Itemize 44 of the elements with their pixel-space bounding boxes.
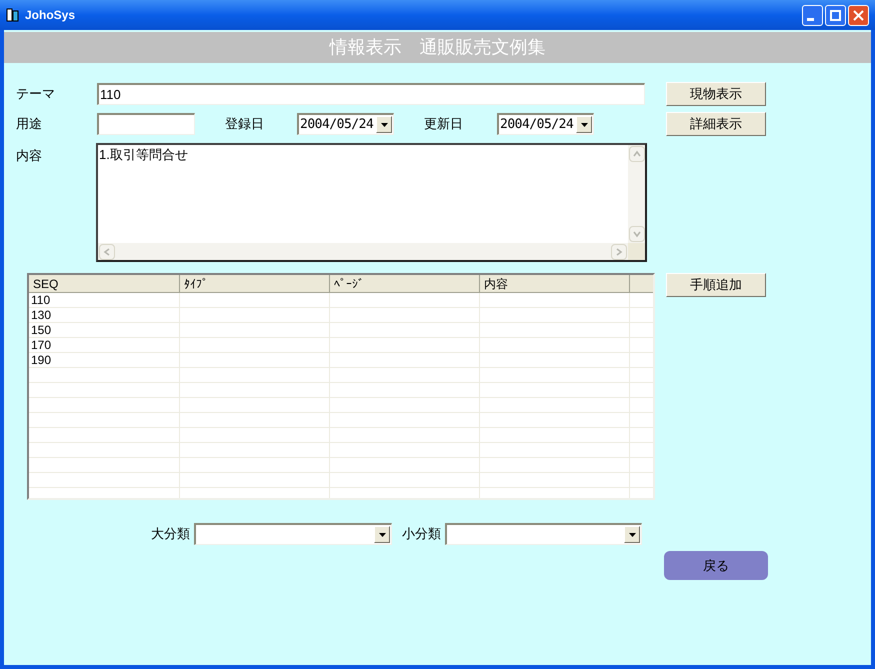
content-textarea[interactable]: 1.取引等問合せ [96,143,647,262]
show-detail-button[interactable]: 詳細表示 [666,112,766,136]
category-select[interactable] [194,523,392,545]
column-header[interactable]: 内容 [480,275,630,292]
seq-cell: 110 [31,293,50,307]
vertical-scrollbar[interactable] [628,145,645,243]
column-header[interactable]: ﾍﾟｰｼﾞ [330,275,480,292]
seq-cell: 150 [31,323,52,337]
horizontal-scrollbar[interactable] [98,243,628,260]
theme-field[interactable]: 110 [97,83,645,105]
field-label: 用途 [16,115,43,134]
window-title: JohoSys [25,7,76,24]
usage-field[interactable] [97,113,195,135]
maximize-button[interactable] [825,4,846,26]
close-icon [853,10,864,20]
app-icon [6,8,20,22]
add-step-button[interactable]: 手順追加 [666,273,766,297]
content-text: 1.取引等問合せ [98,146,189,164]
column-header[interactable]: SEQ [29,275,180,292]
seq-cell: 170 [31,338,52,352]
minimize-button[interactable] [802,4,823,26]
registered-date-select[interactable]: 2004/05/24 [297,113,394,135]
column-header[interactable]: ﾀｲﾌﾟ [180,275,330,292]
maximize-icon [830,10,841,20]
show-item-button[interactable]: 現物表示 [666,82,766,106]
scroll-up-icon[interactable] [628,146,644,162]
field-label: テーマ [16,85,56,104]
close-button[interactable] [848,4,869,26]
scroll-down-icon[interactable] [628,226,644,242]
seq-cell: 130 [31,308,52,322]
filter-label: 小分類 [402,525,441,544]
minimize-icon [807,18,814,20]
field-label: 内容 [16,147,43,165]
seq-cell: 190 [31,353,52,367]
updated-date-select[interactable]: 2004/05/24 [497,113,594,135]
scroll-left-icon[interactable] [99,244,115,260]
category-select[interactable] [445,523,642,545]
page-title: 情報表示 通販販売文例集 [330,36,546,59]
back-button[interactable]: 戻る [664,551,768,580]
filter-label: 大分類 [151,525,190,544]
scroll-right-icon[interactable] [611,244,627,260]
scrollbar-corner [628,243,645,260]
field-label: 登録日 [225,115,265,134]
field-label: 更新日 [424,115,464,134]
